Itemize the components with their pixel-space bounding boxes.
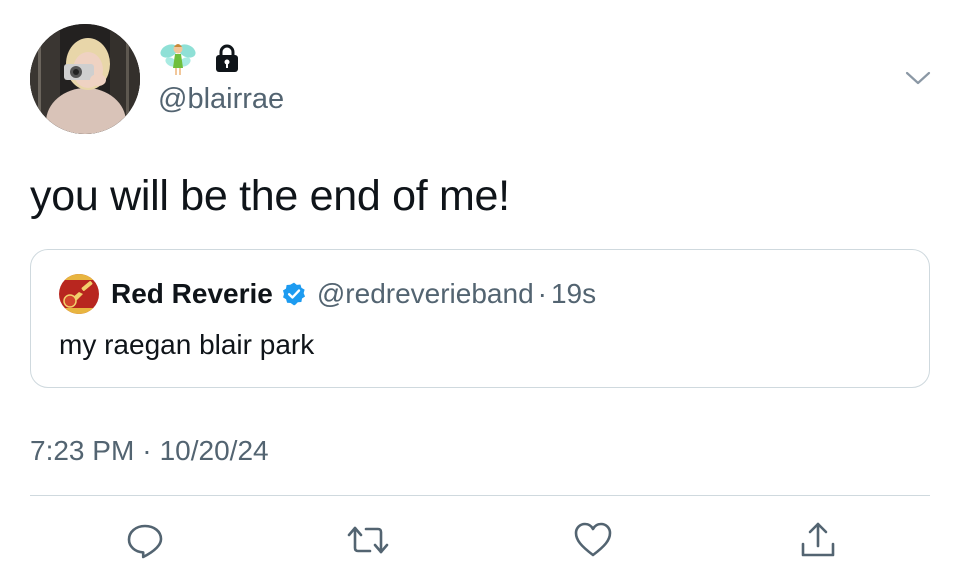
lock-icon — [214, 43, 240, 73]
fairy-emoji-icon — [158, 38, 198, 78]
tweet-card: @blairrae you will be the end of me! Red… — [0, 0, 960, 584]
quoted-author-name[interactable]: Red Reverie — [111, 278, 273, 310]
guitar-logo-icon — [59, 274, 99, 314]
verified-badge-icon — [281, 281, 307, 307]
share-button[interactable] — [796, 518, 840, 562]
separator-dot: · — [537, 278, 547, 309]
quoted-tweet-header: Red Reverie @redreverieband · 19s — [59, 274, 596, 314]
like-button[interactable] — [571, 518, 615, 562]
divider — [30, 495, 930, 496]
retweet-icon — [347, 526, 389, 554]
retweet-button[interactable] — [346, 518, 390, 562]
author-name-row — [158, 38, 240, 78]
tweet-timestamp[interactable]: 7:23 PM · 10/20/24 — [30, 434, 269, 468]
chevron-down-icon[interactable] — [905, 68, 931, 88]
quoted-author-handle[interactable]: @redreverieband — [317, 278, 534, 310]
like-icon — [574, 522, 612, 557]
reply-button[interactable] — [123, 518, 167, 562]
share-icon — [801, 522, 835, 557]
author-handle[interactable]: @blairrae — [158, 82, 284, 116]
quoted-author-avatar[interactable] — [59, 274, 99, 314]
timestamp-date: 10/20/24 — [159, 435, 269, 466]
timestamp-time: 7:23 PM — [30, 435, 135, 466]
tweet-text: you will be the end of me! — [30, 172, 510, 220]
avatar-photo — [30, 24, 140, 134]
author-avatar[interactable] — [30, 24, 140, 134]
reply-icon — [127, 524, 163, 559]
quoted-tweet-time[interactable]: 19s — [551, 278, 596, 310]
quoted-tweet-text: my raegan blair park — [59, 329, 315, 360]
separator-dot: · — [142, 435, 152, 466]
quoted-tweet[interactable]: Red Reverie @redreverieband · 19s my rae… — [30, 249, 930, 388]
